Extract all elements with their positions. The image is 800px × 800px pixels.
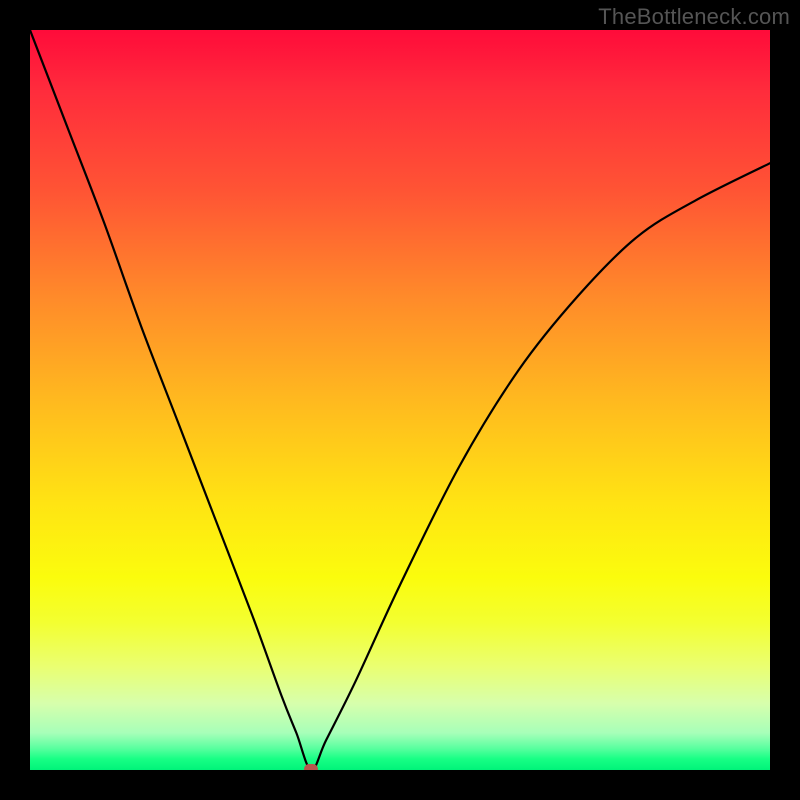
chart-plot-area	[30, 30, 770, 770]
minimum-marker	[304, 764, 318, 770]
bottleneck-curve	[30, 30, 770, 770]
watermark-text: TheBottleneck.com	[598, 4, 790, 30]
